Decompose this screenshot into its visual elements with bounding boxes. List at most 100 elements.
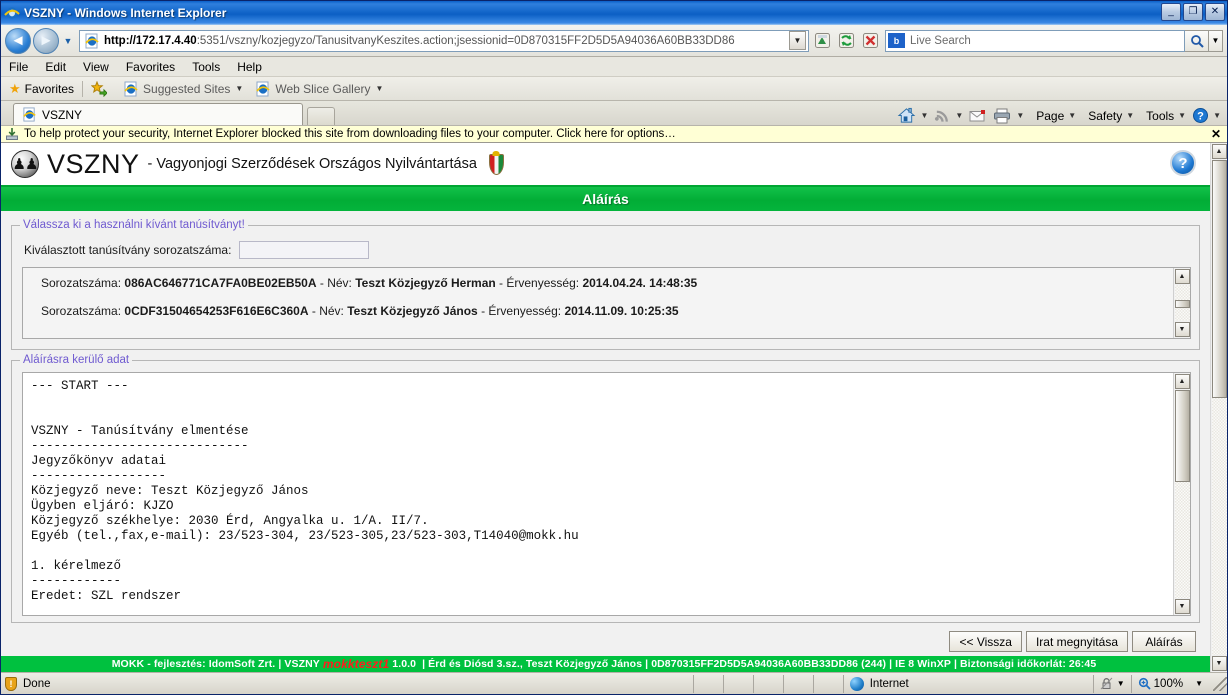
search-dropdown-icon[interactable]: ▼ [1209,29,1223,52]
scroll-up-icon[interactable]: ▲ [1174,269,1190,284]
recent-pages-dropdown-icon[interactable]: ▼ [61,36,75,46]
chevron-down-icon[interactable]: ▼ [235,84,243,93]
chevron-down-icon[interactable]: ▼ [1068,111,1076,120]
footer-developer: MOKK - fejlesztés: IdomSoft Zrt. [111,658,276,670]
cert-serial-value: 0CDF31504654253F616E6C360A [124,304,309,318]
menu-edit[interactable]: Edit [45,60,66,74]
selected-certificate-input[interactable] [239,241,370,259]
suggested-sites-item[interactable]: Suggested Sites ▼ [123,81,243,97]
compatibility-view-icon[interactable] [811,30,833,52]
form-content: Válassza ki a használni kívánt tanúsítvá… [1,211,1210,656]
tab-favicon [22,107,37,122]
signed-data-scrollbar[interactable]: ▲ ▼ [1173,373,1190,615]
page-scrollbar[interactable]: ▲ ▼ [1210,143,1227,672]
navigation-bar: ◄ ► ▼ http://172.17.4.40:5351/vszny/kozj… [1,25,1227,57]
scrollbar-track[interactable] [1211,397,1227,655]
tab-vszny[interactable]: VSZNY [13,103,303,125]
back-button[interactable]: << Vissza [949,631,1022,652]
menu-view[interactable]: View [83,60,109,74]
back-button[interactable]: ◄ [5,27,31,54]
chevron-down-icon[interactable]: ▼ [920,111,928,120]
scrollbar-track-bottom[interactable] [1174,307,1190,321]
chevron-down-icon[interactable]: ▼ [1126,111,1134,120]
home-icon[interactable]: ▼ [895,107,930,124]
favorites-button-label[interactable]: Favorites [25,82,74,96]
close-button[interactable]: ✕ [1205,3,1225,21]
menu-help[interactable]: Help [237,60,262,74]
command-bar: ▼ ▼ ▼ Page ▼ Safety ▼ Tools ▼ ? ▼ [893,107,1223,124]
scroll-down-icon[interactable]: ▼ [1174,321,1190,337]
signed-data-area[interactable]: --- START --- VSZNY - Tanúsítvány elment… [22,372,1191,616]
address-url-path: :5351/vszny/kozjegyzo/TanusitvanyKeszite… [196,34,735,47]
print-icon[interactable]: ▼ [991,108,1026,124]
search-box[interactable]: b Live Search [885,29,1185,52]
scrollbar-track-top[interactable] [1174,285,1190,301]
address-bar[interactable]: http://172.17.4.40:5351/vszny/kozjegyzo/… [79,29,809,52]
list-item[interactable]: Sorozatszáma: 086AC646771CA7FA0BE02EB50A… [41,276,1167,290]
svg-text:?: ? [1197,111,1204,123]
window-controls: _ ❐ ✕ [1161,3,1225,21]
add-to-favorites-bar-icon[interactable] [91,80,111,97]
open-document-button[interactable]: Irat megnyitása [1025,631,1128,652]
footer-session: 0D870315FF2D5D5A94036A60BB33DD86 (244) [651,658,887,670]
certificate-list-items: Sorozatszáma: 086AC646771CA7FA0BE02EB50A… [23,268,1173,338]
chevron-down-icon[interactable]: ▼ [955,111,963,120]
address-dropdown-icon[interactable]: ▼ [789,31,806,50]
cert-validity-value: 2014.04.24. 14:48:35 [582,276,698,290]
hungarian-coat-of-arms-icon [488,153,504,175]
search-input[interactable]: Live Search [910,35,971,47]
mail-icon[interactable] [967,109,989,123]
tools-menu[interactable]: Tools ▼ [1144,109,1188,123]
help-menu[interactable]: ? ▼ [1190,107,1223,124]
scrollbar-thumb[interactable] [1211,160,1227,398]
scrollbar-track[interactable] [1174,482,1190,598]
title-bar: VSZNY - Windows Internet Explorer _ ❐ ✕ [1,1,1227,25]
menu-favorites[interactable]: Favorites [126,60,175,74]
zoom-control[interactable]: 100% ▼ [1130,674,1209,693]
app-subtitle: - Vagyonjogi Szerződések Országos Nyilvá… [147,156,477,172]
maximize-button[interactable]: ❐ [1183,3,1203,21]
protected-mode-indicator[interactable]: ▼ [1092,674,1131,693]
tab-label: VSZNY [42,107,83,122]
security-zone[interactable]: Internet [842,674,1093,693]
help-icon[interactable]: ? [1170,150,1196,176]
forward-button[interactable]: ► [33,27,59,54]
scroll-up-icon[interactable]: ▲ [1211,144,1227,159]
page-menu[interactable]: Page ▼ [1034,109,1078,123]
cert-serial-value: 086AC646771CA7FA0BE02EB50A [124,276,317,290]
status-bar: Done Internet ▼ [1,672,1227,694]
close-icon[interactable]: ✕ [1211,127,1221,141]
feeds-icon[interactable]: ▼ [932,108,965,124]
search-go-icon[interactable] [1185,29,1209,52]
web-slice-gallery-item[interactable]: Web Slice Gallery ▼ [255,81,383,97]
new-tab-button[interactable] [307,107,335,125]
stop-icon[interactable] [859,30,881,52]
menu-tools[interactable]: Tools [192,60,220,74]
footer-separator: | [422,658,426,670]
chevron-down-icon[interactable]: ▼ [1178,111,1186,120]
scroll-up-icon[interactable]: ▲ [1174,374,1190,389]
list-item[interactable]: Sorozatszáma: 0CDF31504654253F616E6C360A… [41,304,1167,318]
chevron-down-icon[interactable]: ▼ [1016,111,1024,120]
minimize-button[interactable]: _ [1161,3,1181,21]
chevron-down-icon[interactable]: ▼ [1117,679,1125,688]
resize-grip[interactable] [1213,676,1227,691]
refresh-icon[interactable] [835,30,857,52]
scrollbar-thumb[interactable] [1174,300,1190,308]
chevron-down-icon[interactable]: ▼ [376,84,384,93]
sign-button[interactable]: Aláírás [1132,631,1196,652]
menu-file[interactable]: File [9,60,28,74]
certificate-list[interactable]: Sorozatszáma: 086AC646771CA7FA0BE02EB50A… [22,267,1191,339]
lock-icon [1100,677,1113,690]
safety-menu[interactable]: Safety ▼ [1086,109,1136,123]
information-bar[interactable]: To help protect your security, Internet … [1,125,1227,143]
certificate-list-scrollbar[interactable]: ▲ ▼ [1173,268,1190,338]
scroll-down-icon[interactable]: ▼ [1174,599,1190,614]
chevron-down-icon[interactable]: ▼ [1195,679,1203,688]
footer-separator: | [889,658,893,670]
scrollbar-thumb[interactable] [1174,390,1190,482]
security-zone-label: Internet [869,677,909,690]
scroll-down-icon[interactable]: ▼ [1211,656,1227,671]
footer-office: Érd és Diósd 3.sz., Teszt Közjegyző Jáno… [428,658,643,670]
chevron-down-icon[interactable]: ▼ [1213,111,1221,120]
